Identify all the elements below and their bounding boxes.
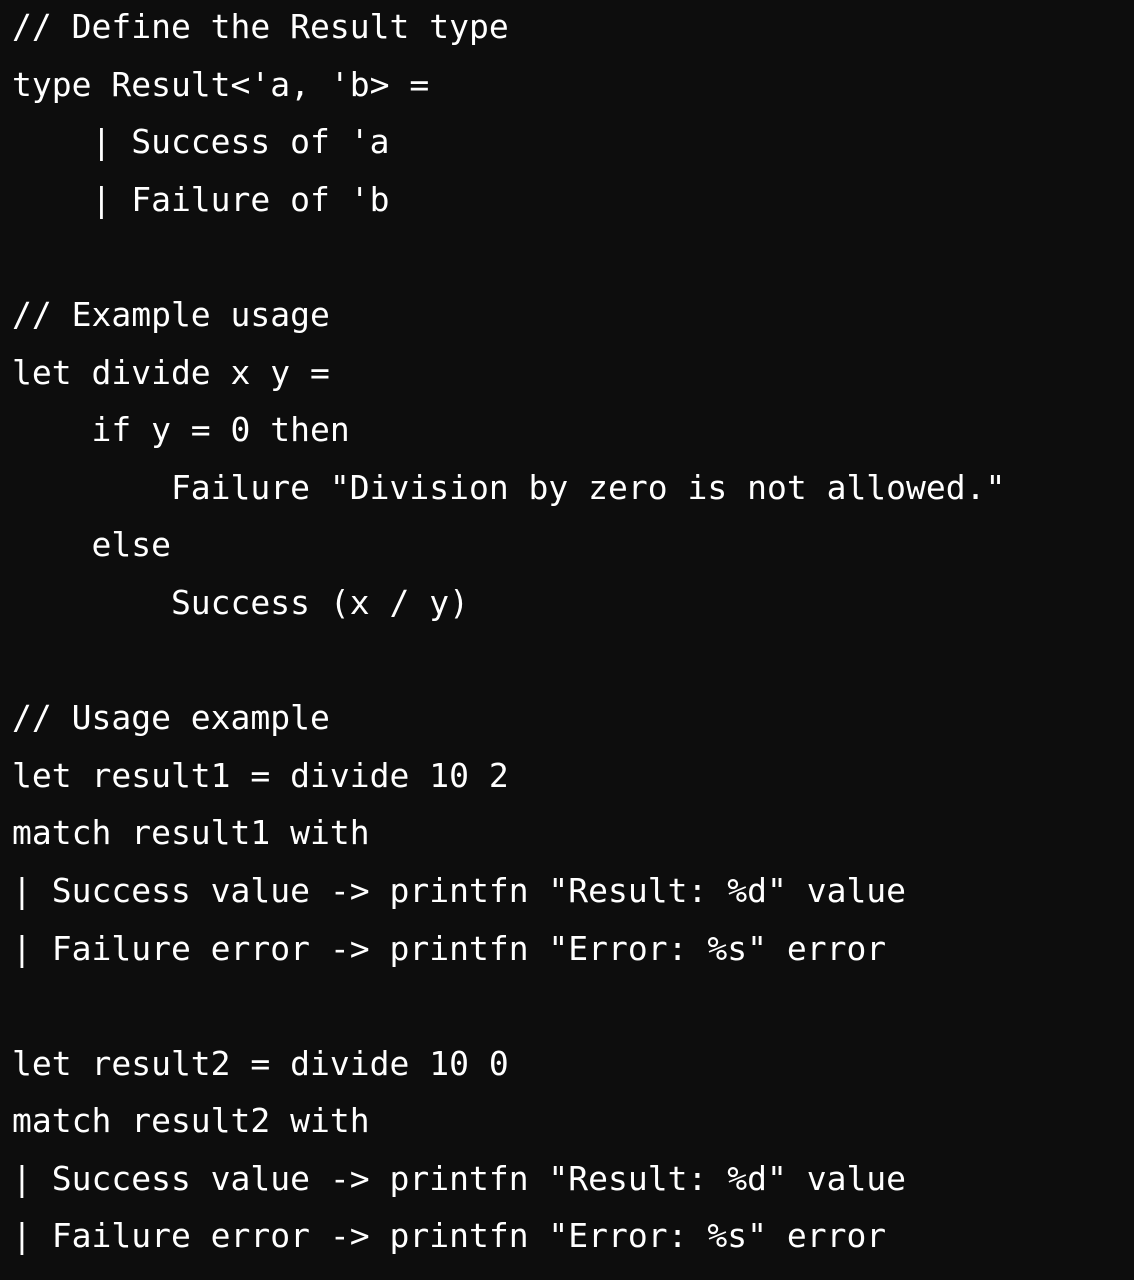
code-line-19: let result2 = divide 10 0 [12, 1043, 509, 1083]
code-line-9: Failure "Division by zero is not allowed… [12, 467, 1006, 507]
code-line-21: | Success value -> printfn "Result: %d" … [12, 1158, 907, 1198]
code-line-14: let result1 = divide 10 2 [12, 755, 509, 795]
code-line-15: match result1 with [12, 813, 370, 853]
code-line-13: // Usage example [12, 698, 330, 738]
code-line-17: | Failure error -> printfn "Error: %s" e… [12, 928, 887, 968]
code-line-10: else [12, 525, 171, 565]
code-line-6: // Example usage [12, 294, 330, 334]
code-block: // Define the Result type type Result<'a… [0, 0, 1134, 1278]
code-line-16: | Success value -> printfn "Result: %d" … [12, 870, 907, 910]
code-line-22: | Failure error -> printfn "Error: %s" e… [12, 1216, 887, 1256]
code-line-4: | Failure of 'b [12, 179, 390, 219]
code-line-20: match result2 with [12, 1101, 370, 1141]
code-line-8: if y = 0 then [12, 410, 350, 450]
code-line-7: let divide x y = [12, 352, 330, 392]
code-line-3: | Success of 'a [12, 122, 390, 162]
code-line-11: Success (x / y) [12, 582, 469, 622]
code-line-2: type Result<'a, 'b> = [12, 64, 430, 104]
code-line-1: // Define the Result type [12, 7, 509, 46]
